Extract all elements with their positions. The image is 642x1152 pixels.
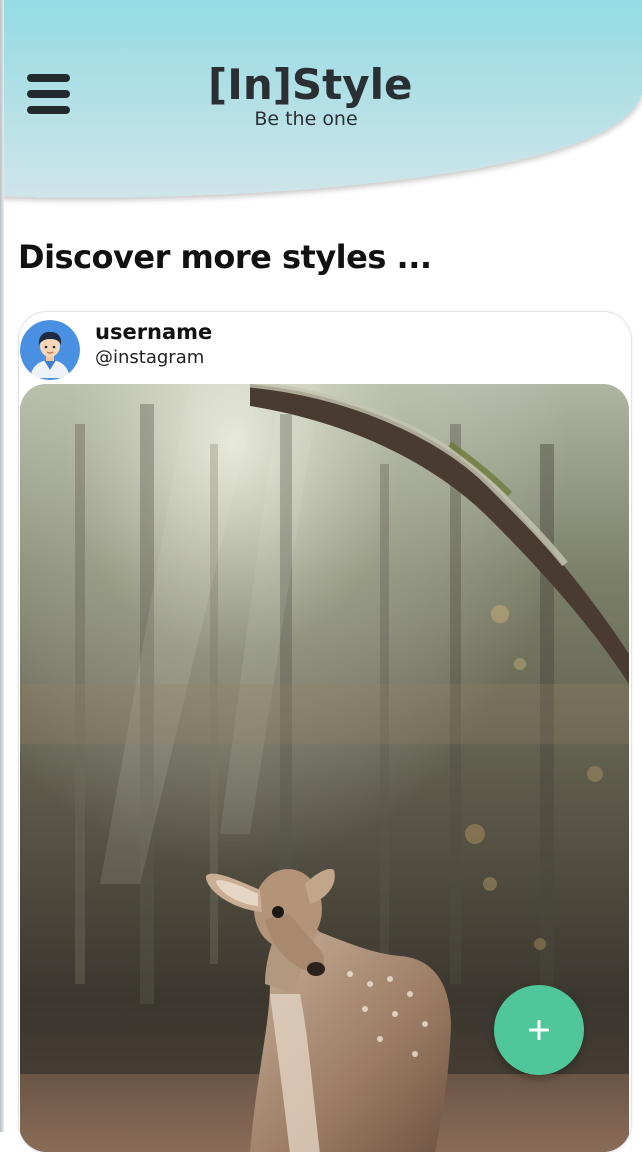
post-username[interactable]: username xyxy=(95,320,212,344)
brand-title: [In]Style xyxy=(208,60,413,109)
section-title: Discover more styles ... xyxy=(18,238,432,276)
brand-logo: [In]Style Be the one xyxy=(208,60,413,130)
user-avatar-icon[interactable] xyxy=(20,320,80,380)
plus-icon xyxy=(529,1020,549,1040)
add-post-button[interactable] xyxy=(494,985,584,1075)
brand-tagline: Be the one xyxy=(254,108,358,130)
post-handle: @instagram xyxy=(95,347,205,368)
hamburger-menu-icon[interactable] xyxy=(27,73,71,115)
window-edge xyxy=(0,0,4,1132)
